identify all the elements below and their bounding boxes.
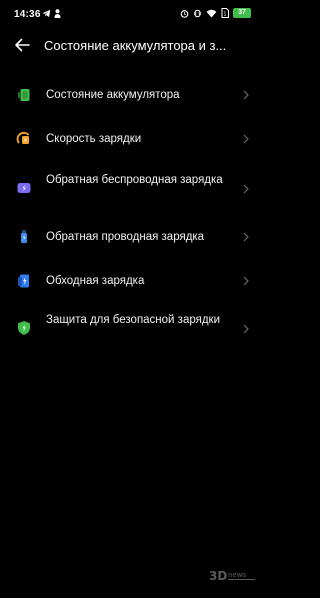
menu-item-charging-speed[interactable]: Скорость зарядки — [0, 122, 265, 156]
chevron-right-icon — [243, 276, 249, 286]
svg-text:news: news — [228, 571, 246, 579]
chevron-right-icon — [243, 90, 249, 100]
telegram-icon — [42, 9, 51, 18]
menu-item-label: Обходная зарядка — [46, 275, 145, 287]
menu-item-label: Защита для безопасной зарядки — [46, 314, 221, 326]
menu-item-safe-charging-protection[interactable]: Защита для безопасной зарядки — [0, 306, 265, 352]
page-title: Состояние аккумулятора и з... — [44, 38, 227, 53]
svg-text:3D: 3D — [209, 569, 227, 583]
3dnews-watermark-logo: 3D news — [209, 569, 255, 583]
status-time: 14:36 — [14, 9, 41, 20]
header: Состояние аккумулятора и з... — [0, 30, 265, 60]
status-system-icons: 1 37 — [180, 8, 251, 18]
wifi-icon — [206, 9, 217, 18]
menu-item-label: Обратная беспроводная зарядка — [46, 174, 223, 186]
chevron-right-icon — [243, 184, 249, 194]
safe-charging-protection-icon — [18, 321, 30, 335]
vibrate-icon — [193, 9, 202, 17]
battery-indicator: 37 — [233, 8, 251, 18]
menu-item-reverse-wireless-charging[interactable]: Обратная беспроводная зарядка — [0, 166, 265, 212]
sim-icon: 1 — [221, 8, 229, 18]
menu-item-label: Обратная проводная зарядка — [46, 231, 205, 243]
menu-item-label: Состояние аккумулятора — [46, 89, 180, 101]
charging-speed-icon — [16, 131, 30, 144]
battery-status-icon — [18, 89, 30, 101]
menu-item-reverse-wired-charging[interactable]: Обратная проводная зарядка — [0, 220, 265, 254]
chevron-right-icon — [243, 134, 249, 144]
reverse-wireless-charging-icon — [17, 183, 31, 193]
menu-item-bypass-charging[interactable]: Обходная зарядка — [0, 264, 265, 298]
bypass-charging-icon — [18, 274, 29, 288]
chevron-right-icon — [243, 324, 249, 334]
status-notification-icons — [42, 9, 61, 18]
reverse-wired-charging-icon — [21, 230, 27, 243]
alarm-icon — [180, 9, 189, 18]
back-arrow-icon[interactable] — [12, 35, 32, 55]
chevron-right-icon — [243, 232, 249, 242]
menu-item-label: Скорость зарядки — [46, 133, 142, 145]
svg-text:1: 1 — [223, 12, 226, 18]
menu-item-battery-status[interactable]: Состояние аккумулятора — [0, 78, 265, 112]
status-bar: 14:36 1 37 — [0, 0, 265, 32]
person-icon — [54, 9, 61, 18]
